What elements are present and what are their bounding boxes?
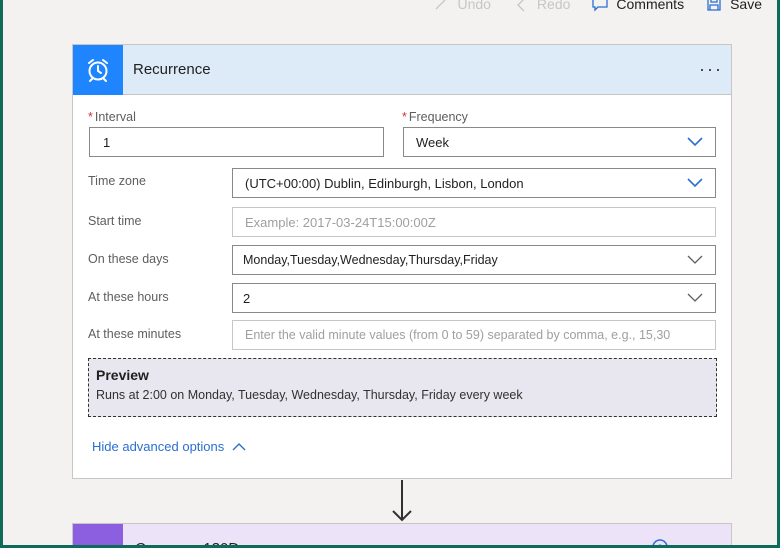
at-these-minutes-field[interactable] <box>232 320 716 350</box>
interval-value: 1 <box>103 134 111 150</box>
preview-box: Preview Runs at 2:00 on Monday, Tuesday,… <box>88 358 717 417</box>
at-these-hours-value: 2 <box>243 290 251 306</box>
redo-button[interactable]: Redo <box>513 0 570 12</box>
redo-label: Redo <box>536 0 571 12</box>
preview-title: Preview <box>96 367 149 383</box>
frequency-value: Week <box>416 134 449 150</box>
more-options-button[interactable]: ··· <box>691 45 731 95</box>
time-zone-value: (UTC+00:00) Dublin, Edinburgh, Lisbon, L… <box>245 175 524 191</box>
recurrence-card: Recurrence ··· * Interval 1 * Frequency We… <box>72 44 732 479</box>
redo-icon <box>517 0 525 12</box>
hide-advanced-options-label: Hide advanced options <box>92 439 225 454</box>
undo-button[interactable]: Undo <box>433 0 491 12</box>
preview-text: Runs at 2:00 on Monday, Tuesday, Wednesd… <box>96 388 523 402</box>
compose-icon <box>73 524 123 548</box>
start-time-input[interactable] <box>245 214 703 230</box>
save-label: Save <box>730 0 762 12</box>
peek-icon[interactable] <box>651 538 669 548</box>
undo-label: Undo <box>457 0 491 12</box>
comment-icon <box>592 0 609 12</box>
on-these-days-value: Monday,Tuesday,Wednesday,Thursday,Friday <box>243 253 498 267</box>
chevron-down-icon <box>687 255 703 264</box>
chevron-down-icon <box>687 178 703 188</box>
frequency-label: * Frequency <box>402 110 468 124</box>
time-zone-label: Time zone <box>88 174 146 188</box>
interval-field[interactable]: 1 <box>89 127 384 157</box>
at-these-minutes-label: At these minutes <box>88 327 182 341</box>
time-zone-select[interactable]: (UTC+00:00) Dublin, Edinburgh, Lisbon, L… <box>232 168 716 198</box>
at-these-hours-select[interactable]: 2 <box>232 283 716 313</box>
start-time-label: Start time <box>88 214 142 228</box>
chevron-down-icon <box>687 137 703 147</box>
frequency-select[interactable]: Week <box>403 127 716 157</box>
save-icon <box>707 0 721 11</box>
save-button[interactable]: Save <box>706 0 762 12</box>
undo-icon <box>435 0 447 10</box>
on-these-days-select[interactable]: Monday,Tuesday,Wednesday,Thursday,Friday <box>232 245 716 275</box>
chevron-down-icon <box>687 293 703 302</box>
alarm-clock-icon <box>73 44 123 95</box>
start-time-field[interactable] <box>232 207 716 237</box>
compose-card[interactable]: Compose 130D <box>72 523 732 548</box>
compose-card-title: Compose 130D <box>135 540 239 548</box>
at-these-hours-label: At these hours <box>88 290 169 304</box>
on-these-days-label: On these days <box>88 252 169 266</box>
chevron-up-icon <box>232 443 246 451</box>
recurrence-card-header[interactable]: Recurrence ··· <box>73 44 731 95</box>
connector-arrow-icon <box>392 480 412 522</box>
at-these-minutes-input[interactable] <box>245 328 703 342</box>
interval-label: * Interval <box>88 110 136 124</box>
toolbar: Undo Redo Comments Save <box>433 0 762 17</box>
comments-label: Comments <box>616 0 685 12</box>
hide-advanced-options-link[interactable]: Hide advanced options <box>92 439 246 454</box>
comments-button[interactable]: Comments <box>592 0 684 12</box>
card-title: Recurrence <box>133 61 211 78</box>
